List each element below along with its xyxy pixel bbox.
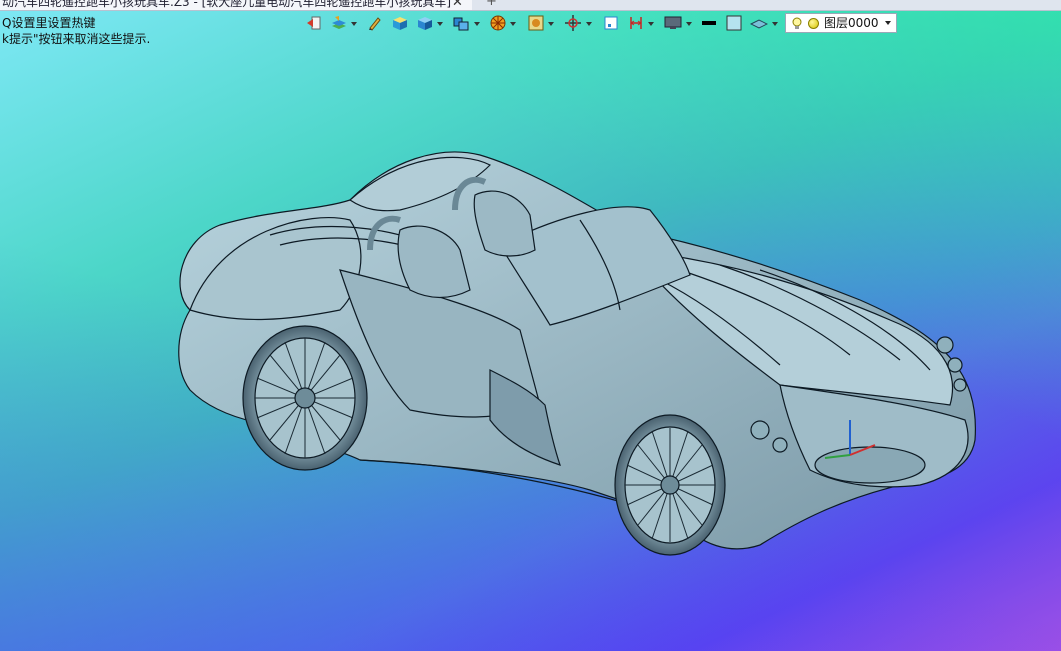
frame-dropdown-icon[interactable] bbox=[548, 22, 554, 26]
chevron-down-icon[interactable] bbox=[885, 21, 891, 25]
layers-icon[interactable] bbox=[330, 14, 348, 32]
layer-color-icon bbox=[808, 18, 819, 29]
line-color-icon[interactable] bbox=[700, 14, 718, 32]
box-shaded-icon[interactable] bbox=[391, 14, 409, 32]
model-viewport[interactable] bbox=[160, 140, 990, 570]
exit-icon[interactable] bbox=[305, 14, 323, 32]
render-dropdown-icon[interactable] bbox=[510, 22, 516, 26]
plane-dropdown-icon[interactable] bbox=[772, 22, 778, 26]
document-tab[interactable]: 动汽车四轮遥控跑车小孩玩具车.Z3 - [软大座儿童电动汽车四轮遥控跑车小孩玩具… bbox=[0, 0, 472, 10]
car-model[interactable] bbox=[178, 151, 977, 556]
view-cube-icon[interactable] bbox=[452, 14, 470, 32]
layer-select[interactable]: 图层0000 bbox=[785, 13, 897, 33]
rear-wheel bbox=[242, 325, 368, 471]
fill-color-icon[interactable] bbox=[725, 14, 743, 32]
layers-dropdown-icon[interactable] bbox=[351, 22, 357, 26]
box-blue-icon[interactable] bbox=[416, 14, 434, 32]
render-sphere-icon[interactable] bbox=[489, 14, 507, 32]
document-tab-bar: 动汽车四轮遥控跑车小孩玩具车.Z3 - [软大座儿童电动汽车四轮遥控跑车小孩玩具… bbox=[0, 0, 1061, 11]
hint-line-2: k提示"按钮来取消这些提示. bbox=[2, 32, 151, 46]
lightbulb-icon[interactable] bbox=[791, 17, 803, 34]
navigate-icon[interactable] bbox=[564, 14, 582, 32]
plane-icon[interactable] bbox=[750, 14, 768, 32]
frame-icon[interactable] bbox=[527, 14, 545, 32]
navigate-dropdown-icon[interactable] bbox=[586, 22, 592, 26]
front-wheel bbox=[614, 414, 726, 556]
page-icon[interactable] bbox=[602, 14, 620, 32]
monitor-dropdown-icon[interactable] bbox=[686, 22, 692, 26]
view-dropdown-icon[interactable] bbox=[474, 22, 480, 26]
monitor-icon[interactable] bbox=[664, 14, 682, 32]
dimension-dropdown-icon[interactable] bbox=[648, 22, 654, 26]
close-tab-icon[interactable]: ✕ bbox=[452, 0, 463, 10]
box-dropdown-icon[interactable] bbox=[437, 22, 443, 26]
dimension-icon[interactable] bbox=[627, 14, 645, 32]
pencil-icon[interactable] bbox=[366, 14, 384, 32]
layer-name: 图层0000 bbox=[824, 16, 879, 30]
new-tab-icon[interactable]: + bbox=[486, 0, 497, 9]
hint-line-1: Q设置里设置热键 bbox=[2, 16, 96, 30]
